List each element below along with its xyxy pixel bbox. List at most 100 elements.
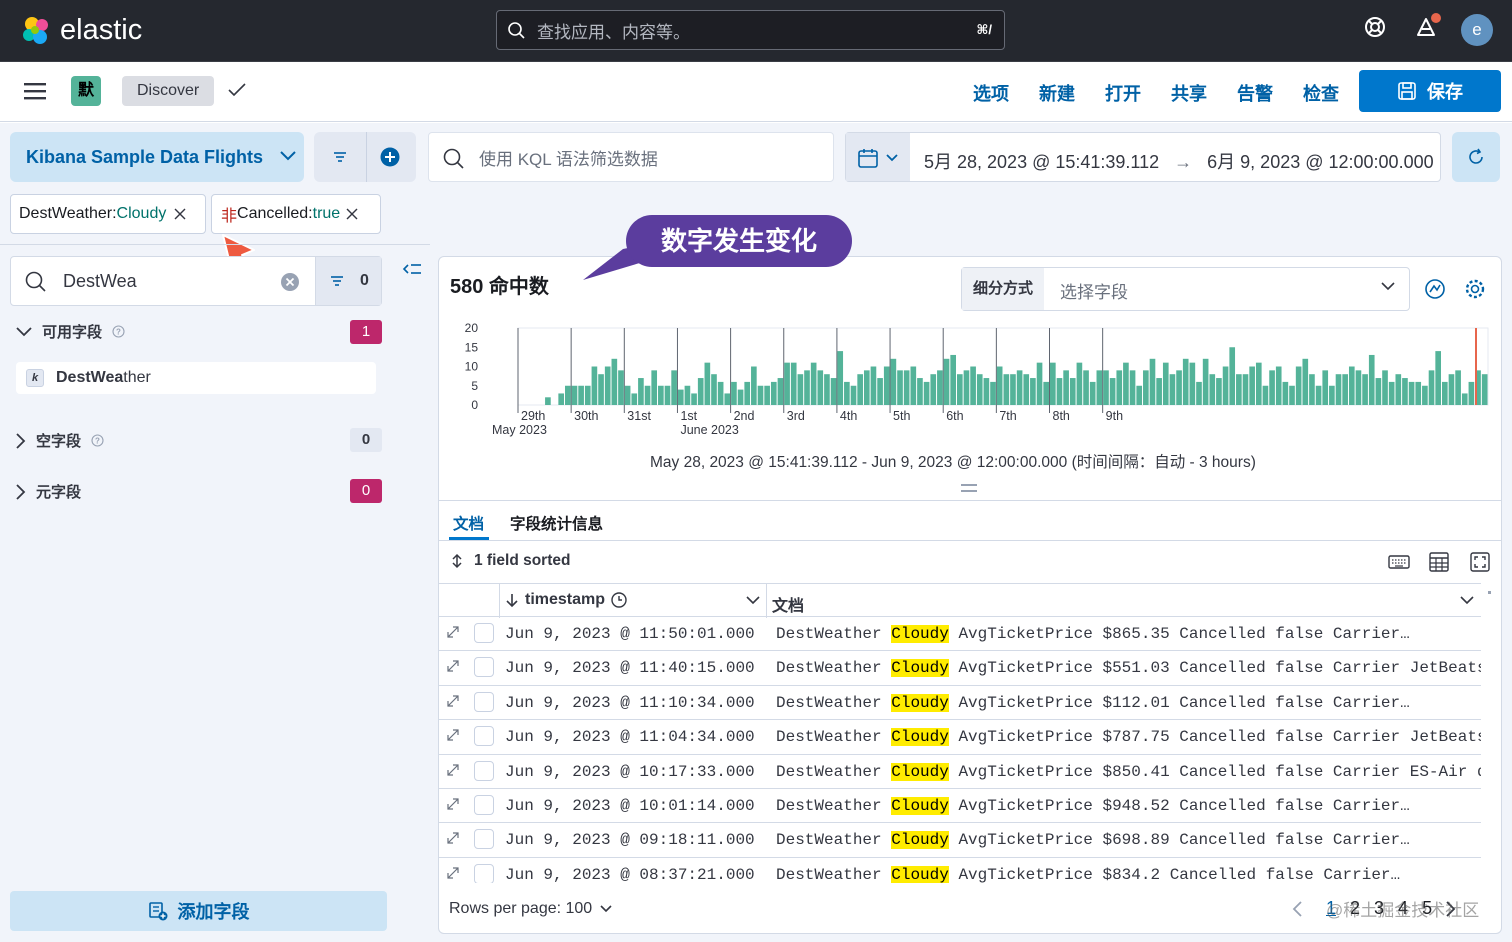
kql-query-input[interactable]: 使用 KQL 语法筛选数据 xyxy=(428,132,834,182)
expand-row-icon[interactable] xyxy=(446,659,460,673)
breadcrumb-discover[interactable]: Discover xyxy=(122,76,215,106)
chevron-down-icon xyxy=(280,151,296,161)
add-field-button[interactable]: 添加字段 xyxy=(10,891,387,931)
nav-open[interactable]: 打开 xyxy=(1105,80,1141,106)
histogram-bar xyxy=(830,378,837,405)
row-select-checkbox[interactable] xyxy=(474,691,494,712)
resize-handle[interactable] xyxy=(961,484,977,492)
meta-fields-toggle[interactable]: 元字段 xyxy=(16,481,81,502)
expand-row-icon[interactable] xyxy=(446,625,460,639)
help-icon[interactable] xyxy=(1363,15,1387,39)
refresh-button[interactable] xyxy=(1452,132,1500,182)
elastic-logo[interactable]: elastic xyxy=(20,14,142,47)
global-search-input[interactable]: 查找应用、内容等。 ⌘/ xyxy=(496,10,1005,50)
field-search-input[interactable]: DestWea 0 xyxy=(10,256,382,306)
filter-pill-destweather[interactable]: DestWeather: Cloudy xyxy=(10,194,206,234)
available-fields-toggle[interactable]: 可用字段 ? xyxy=(16,321,125,342)
nav-options[interactable]: 选项 xyxy=(973,80,1009,106)
end-date[interactable]: 6月 9, 2023 @ 12:00:00.000 xyxy=(1207,152,1433,172)
sort-icon xyxy=(452,553,462,569)
breakdown-select[interactable]: 细分方式 选择字段 xyxy=(961,267,1410,311)
space-badge[interactable]: 默 xyxy=(71,76,101,106)
histogram-bar xyxy=(691,393,697,405)
quick-menu-button[interactable] xyxy=(846,133,910,181)
column-header-document[interactable]: 文档 xyxy=(772,592,804,616)
expand-row-icon[interactable] xyxy=(446,763,460,777)
table-row[interactable]: Jun 9, 2023 @ 11:50:01.000 DestWeather Cl… xyxy=(439,617,1481,652)
tab-documents[interactable]: 文档 xyxy=(453,512,484,534)
clear-icon[interactable] xyxy=(280,272,300,292)
row-select-checkbox[interactable] xyxy=(474,726,494,747)
expand-row-icon[interactable] xyxy=(446,866,460,880)
filter-value: true xyxy=(312,205,341,222)
table-row[interactable]: Jun 9, 2023 @ 11:40:15.000 DestWeather Cl… xyxy=(439,651,1481,686)
gear-icon[interactable] xyxy=(1464,278,1486,300)
histogram-bar xyxy=(1010,374,1016,405)
field-label: DestWeather xyxy=(776,625,882,643)
table-row[interactable]: Jun 9, 2023 @ 11:04:34.000 DestWeather Cl… xyxy=(439,720,1481,755)
table-row[interactable]: Jun 9, 2023 @ 11:10:34.000 DestWeather Cl… xyxy=(439,686,1481,721)
row-select-checkbox[interactable] xyxy=(474,760,494,781)
table-row[interactable]: Jun 9, 2023 @ 10:01:14.000 DestWeather Cl… xyxy=(439,789,1481,824)
tab-field-statistics[interactable]: 字段统计信息 xyxy=(510,512,603,534)
data-view-picker[interactable]: Kibana Sample Data Flights xyxy=(10,132,304,182)
row-timestamp: Jun 9, 2023 @ 11:40:15.000 xyxy=(505,659,755,678)
chevron-down-icon[interactable] xyxy=(1460,596,1474,605)
row-select-checkbox[interactable] xyxy=(474,795,494,815)
table-row[interactable]: Jun 9, 2023 @ 10:17:33.000 DestWeather Cl… xyxy=(439,755,1481,789)
user-avatar[interactable]: e xyxy=(1461,14,1493,46)
column-header-timestamp[interactable]: timestamp xyxy=(505,591,627,609)
expand-row-icon[interactable] xyxy=(446,797,460,811)
app-bar xyxy=(0,62,1512,122)
x-tick-label: 7th xyxy=(999,409,1016,423)
ai-suggestion-icon[interactable] xyxy=(1424,278,1446,300)
row-select-checkbox[interactable] xyxy=(474,657,494,678)
histogram-bar xyxy=(671,370,677,405)
histogram-bar xyxy=(1302,358,1309,405)
histogram-bar xyxy=(863,370,870,405)
sort-button[interactable]: 1 field sorted xyxy=(450,552,570,570)
close-icon[interactable] xyxy=(346,208,358,220)
row-select-checkbox[interactable] xyxy=(474,623,494,643)
display-options-icon[interactable] xyxy=(1429,552,1449,572)
chevron-down-icon[interactable] xyxy=(746,596,760,605)
empty-fields-toggle[interactable]: 空字段 ? xyxy=(16,430,104,451)
nav-alerts[interactable]: 告警 xyxy=(1237,80,1273,106)
global-search-placeholder: 查找应用、内容等。 xyxy=(537,22,690,42)
row-select-checkbox[interactable] xyxy=(474,863,494,883)
rows-per-page-select[interactable]: Rows per page: 100 xyxy=(449,900,612,918)
start-date[interactable]: 5月 28, 2023 @ 15:41:39.112 xyxy=(924,152,1159,172)
date-range-picker[interactable]: 5月 28, 2023 @ 15:41:39.112 → 6月 9, 2023 … xyxy=(845,132,1441,182)
expand-row-icon[interactable] xyxy=(446,728,460,742)
row-select-checkbox[interactable] xyxy=(474,829,494,850)
save-button[interactable]: 保存 xyxy=(1359,70,1501,112)
field-type-filter-button[interactable]: 0 xyxy=(315,257,381,305)
brand-name: elastic xyxy=(60,14,143,46)
nav-new[interactable]: 新建 xyxy=(1039,80,1075,106)
global-header: elastic 查找应用、内容等。 ⌘/ e xyxy=(0,0,1512,62)
watermark: @稀土掘金技术社区 xyxy=(1326,901,1480,920)
histogram-bar xyxy=(711,374,717,405)
histogram-bar xyxy=(963,370,970,405)
collapse-sidebar-icon[interactable] xyxy=(402,262,422,278)
filter-pill-cancelled[interactable]: 非 Cancelled: true xyxy=(211,194,381,234)
field-item-destweather[interactable]: k DestWeather xyxy=(16,362,376,394)
chevron-left-icon[interactable] xyxy=(1292,900,1302,917)
hamburger-menu-icon[interactable] xyxy=(24,82,46,100)
add-filter-icon[interactable] xyxy=(380,147,400,167)
table-row[interactable]: Jun 9, 2023 @ 08:37:21.000 DestWeather Cl… xyxy=(439,858,1481,883)
field-label: DestWeather xyxy=(776,728,882,747)
close-icon[interactable] xyxy=(174,208,186,220)
nav-inspect[interactable]: 检查 xyxy=(1303,80,1339,106)
fullscreen-icon[interactable] xyxy=(1470,552,1490,572)
filter-menu-icon[interactable] xyxy=(332,150,348,164)
expand-row-icon[interactable] xyxy=(446,831,460,845)
nav-share[interactable]: 共享 xyxy=(1171,80,1207,106)
keyboard-shortcuts-icon[interactable] xyxy=(1388,554,1410,570)
table-row[interactable]: Jun 9, 2023 @ 09:18:11.000 DestWeather Cl… xyxy=(439,823,1481,858)
row-timestamp: Jun 9, 2023 @ 11:50:01.000 xyxy=(505,625,755,643)
histogram-bar xyxy=(810,362,817,405)
scrollbar[interactable] xyxy=(1484,583,1496,883)
expand-row-icon[interactable] xyxy=(446,694,460,708)
histogram-bar xyxy=(1309,374,1315,405)
